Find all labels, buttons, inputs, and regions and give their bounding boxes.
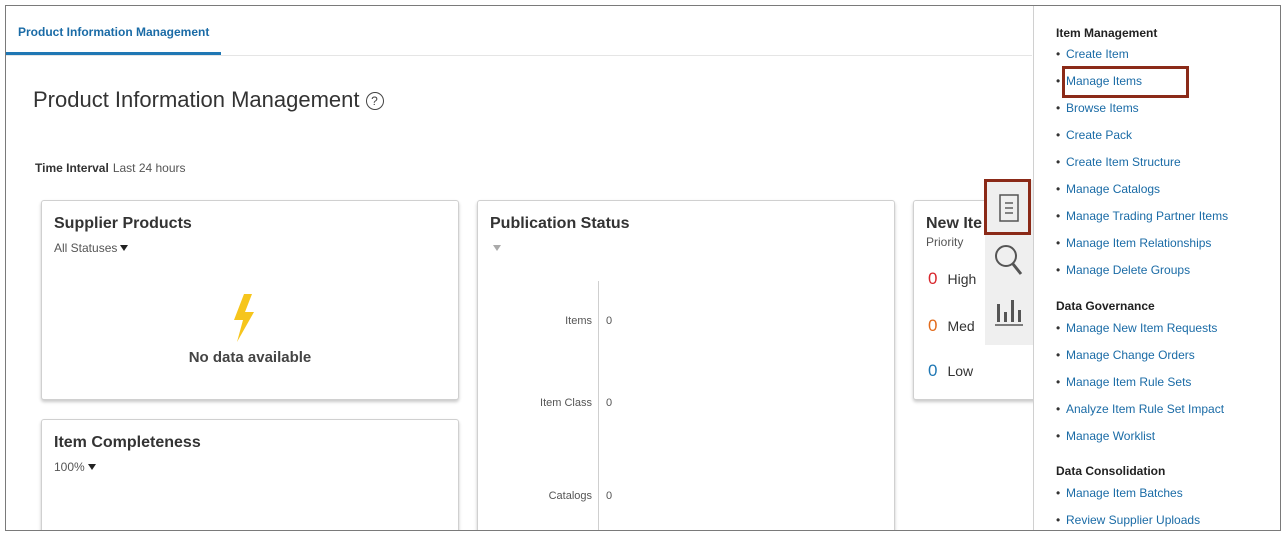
completeness-filter-dropdown[interactable]: 100%: [54, 460, 96, 474]
task-manage-trading-partner-items[interactable]: Manage Trading Partner Items: [1056, 209, 1228, 223]
task-manage-worklist[interactable]: Manage Worklist: [1056, 429, 1155, 443]
task-manage-item-batches[interactable]: Manage Item Batches: [1056, 486, 1183, 500]
bar-chart-icon: [995, 300, 1023, 326]
search-panel-button[interactable]: [989, 238, 1029, 282]
priority-high-count: 0: [928, 269, 938, 288]
priority-medium[interactable]: 0 Med: [928, 316, 975, 336]
panel-drawer-strip: [985, 180, 1033, 345]
new-items-subtitle: Priority: [926, 235, 964, 249]
time-interval-value[interactable]: Last 24 hours: [113, 161, 186, 175]
task-create-item-structure[interactable]: Create Item Structure: [1056, 155, 1181, 169]
chart-axis: [598, 281, 599, 530]
task-create-pack[interactable]: Create Pack: [1056, 128, 1132, 142]
status-filter-value: All Statuses: [54, 241, 118, 255]
row-label-item-class: Item Class: [540, 397, 592, 409]
search-icon: [995, 245, 1023, 275]
item-completeness-title: Item Completeness: [54, 434, 201, 451]
tab-bar: Product Information Management: [6, 6, 1032, 56]
row-value-item-class: 0: [606, 397, 613, 409]
task-manage-item-rule-sets[interactable]: Manage Item Rule Sets: [1056, 375, 1191, 389]
lightning-icon: [234, 294, 254, 342]
section-data-governance: Data Governance: [1056, 299, 1155, 313]
priority-high[interactable]: 0 High: [928, 269, 976, 289]
tasks-panel: Item Management Create Item Manage Items…: [1033, 6, 1280, 530]
task-manage-item-relationships[interactable]: Manage Item Relationships: [1056, 236, 1211, 250]
row-value-catalogs: 0: [606, 490, 613, 502]
application-frame: Product Information Management Product I…: [5, 5, 1281, 531]
task-create-item[interactable]: Create Item: [1056, 47, 1129, 61]
completeness-filter-value: 100%: [54, 460, 85, 474]
no-data-message: No data available: [188, 349, 312, 366]
tab-product-information-management[interactable]: Product Information Management: [6, 6, 222, 55]
section-data-consolidation: Data Consolidation: [1056, 464, 1166, 478]
status-filter-dropdown[interactable]: All Statuses: [54, 241, 129, 255]
time-interval-label: Time Interval: [35, 161, 109, 175]
publication-status-card: Publication Status Items 0 Item Class 0 …: [477, 200, 895, 530]
tasks-panel-button[interactable]: [989, 186, 1029, 230]
page-title: Product Information Management?: [33, 87, 384, 113]
chevron-down-icon: [120, 245, 129, 251]
priority-low-count: 0: [928, 361, 938, 380]
help-icon[interactable]: ?: [365, 92, 384, 110]
task-manage-new-item-requests[interactable]: Manage New Item Requests: [1056, 321, 1217, 335]
analytics-panel-button[interactable]: [989, 290, 1029, 334]
supplier-products-card: Supplier Products All Statuses No data a…: [41, 200, 459, 400]
priority-high-label: High: [947, 271, 977, 287]
task-review-supplier-uploads[interactable]: Review Supplier Uploads: [1056, 513, 1200, 527]
row-value-items: 0: [606, 315, 613, 327]
priority-medium-label: Med: [947, 318, 975, 334]
publication-status-title: Publication Status: [490, 215, 630, 232]
priority-low[interactable]: 0 Low: [928, 361, 973, 381]
new-items-title: New Ite: [926, 215, 983, 232]
time-interval: Time Interval Last 24 hours: [35, 161, 186, 175]
publication-filter-dropdown[interactable]: [490, 241, 501, 255]
section-item-management: Item Management: [1056, 26, 1158, 40]
supplier-products-title: Supplier Products: [54, 215, 192, 232]
row-label-items: Items: [565, 315, 592, 327]
chevron-down-icon: [493, 245, 501, 251]
tasks-icon: [999, 194, 1019, 222]
page-title-text: Product Information Management: [33, 87, 360, 112]
priority-low-label: Low: [947, 363, 974, 379]
task-manage-delete-groups[interactable]: Manage Delete Groups: [1056, 263, 1190, 277]
row-label-catalogs: Catalogs: [548, 490, 592, 502]
task-manage-change-orders[interactable]: Manage Change Orders: [1056, 348, 1195, 362]
task-browse-items[interactable]: Browse Items: [1056, 101, 1139, 115]
task-manage-catalogs[interactable]: Manage Catalogs: [1056, 182, 1160, 196]
chevron-down-icon: [87, 464, 96, 470]
priority-medium-count: 0: [928, 316, 938, 335]
task-analyze-item-rule-set-impact[interactable]: Analyze Item Rule Set Impact: [1056, 402, 1224, 416]
task-manage-items[interactable]: Manage Items: [1056, 74, 1142, 88]
item-completeness-card: Item Completeness 100%: [41, 419, 459, 530]
